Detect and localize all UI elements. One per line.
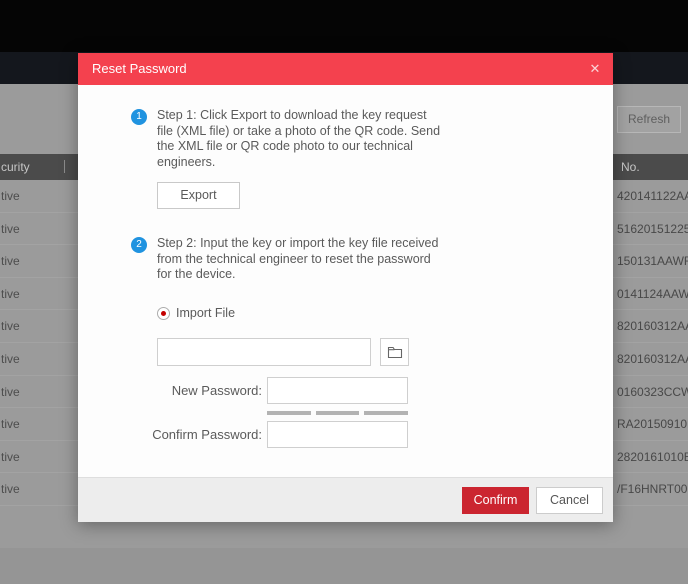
step1-line: file (XML file) or take a photo of the Q… xyxy=(157,124,440,140)
status-cell: tive xyxy=(1,254,20,268)
status-cell: tive xyxy=(1,189,20,203)
status-cell: tive xyxy=(1,352,20,366)
serial-cell: RA20150910B xyxy=(617,417,688,431)
dialog-header: Reset Password ✕ xyxy=(78,53,613,85)
status-cell: tive xyxy=(1,417,20,431)
top-black-bar xyxy=(0,0,688,52)
strength-bar xyxy=(316,411,360,415)
step1-line: Step 1: Click Export to download the key… xyxy=(157,108,440,124)
dialog-footer: Confirm Cancel xyxy=(78,477,613,522)
strength-bar xyxy=(267,411,311,415)
confirm-password-input[interactable] xyxy=(267,421,408,448)
step1-instructions: Step 1: Click Export to download the key… xyxy=(157,108,440,170)
radio-button-icon[interactable] xyxy=(157,307,170,320)
step1-line: engineers. xyxy=(157,155,440,171)
status-cell: tive xyxy=(1,385,20,399)
export-button[interactable]: Export xyxy=(157,182,240,209)
status-cell: tive xyxy=(1,482,20,496)
serial-no-column-header[interactable]: No. xyxy=(621,160,640,174)
key-file-path-input[interactable] xyxy=(157,338,371,366)
step2-line: for the device. xyxy=(157,267,438,283)
serial-cell: 0160323CCWR xyxy=(617,385,688,399)
strength-bar xyxy=(364,411,408,415)
serial-cell: 0141124AAWR xyxy=(617,287,688,301)
status-cell: tive xyxy=(1,319,20,333)
dialog-title: Reset Password xyxy=(92,61,187,76)
serial-cell: 820160312AA xyxy=(617,319,688,333)
serial-cell: 420141122AAW xyxy=(617,189,688,203)
security-column-header[interactable]: curity xyxy=(1,160,30,174)
cancel-button[interactable]: Cancel xyxy=(536,487,603,514)
confirm-password-label: Confirm Password: xyxy=(78,421,262,448)
serial-cell: 51620151225C xyxy=(617,222,688,236)
serial-cell: 2820161010BE xyxy=(617,450,688,464)
serial-cell: 820160312AA xyxy=(617,352,688,366)
dialog-body: 1 Step 1: Click Export to download the k… xyxy=(78,85,613,477)
status-cell: tive xyxy=(1,450,20,464)
new-password-input[interactable] xyxy=(267,377,408,404)
screen: Refresh curity No. tive 420141122AAW tive… xyxy=(0,0,688,584)
column-divider xyxy=(64,160,65,173)
step2-line: from the technical engineer to reset the… xyxy=(157,252,438,268)
status-cell: tive xyxy=(1,287,20,301)
step2-instructions: Step 2: Input the key or import the key … xyxy=(157,236,438,283)
serial-cell: /F16HNRT00- xyxy=(617,482,688,496)
confirm-button[interactable]: Confirm xyxy=(462,487,529,514)
step1-line: the XML file or QR code photo to our tec… xyxy=(157,139,440,155)
new-password-label: New Password: xyxy=(78,377,262,404)
browse-file-button[interactable] xyxy=(380,338,409,366)
close-icon[interactable]: ✕ xyxy=(586,60,604,78)
status-cell: tive xyxy=(1,222,20,236)
password-strength-meter xyxy=(267,411,408,415)
reset-password-dialog: Reset Password ✕ 1 Step 1: Click Export … xyxy=(78,53,613,522)
import-file-label: Import File xyxy=(176,306,235,320)
serial-cell: 150131AAWRS xyxy=(617,254,688,268)
bottom-strip xyxy=(0,548,688,584)
folder-icon xyxy=(387,345,403,359)
refresh-button[interactable]: Refresh xyxy=(617,106,681,133)
step2-line: Step 2: Input the key or import the key … xyxy=(157,236,438,252)
radio-selected-dot xyxy=(161,311,166,316)
step2-badge: 2 xyxy=(131,237,147,253)
step1-badge: 1 xyxy=(131,109,147,125)
